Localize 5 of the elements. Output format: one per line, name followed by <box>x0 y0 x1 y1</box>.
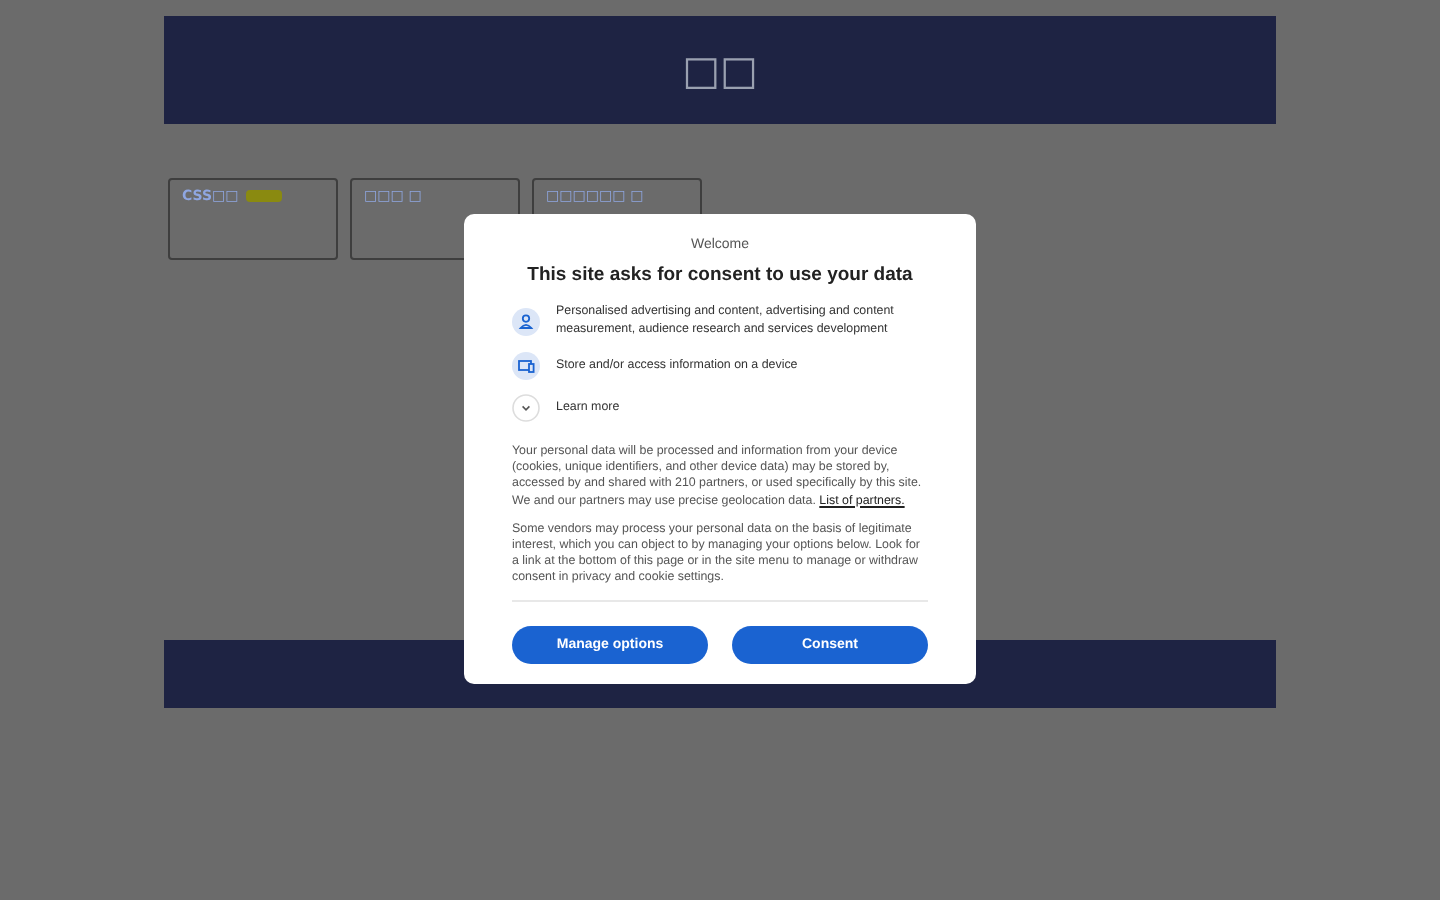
person-icon <box>512 307 540 335</box>
dialog-title: This site asks for consent to use your data <box>527 264 913 288</box>
site-title: □□ <box>682 46 758 94</box>
chevron-icon[interactable] <box>512 394 540 422</box>
device-icon <box>512 352 540 380</box>
